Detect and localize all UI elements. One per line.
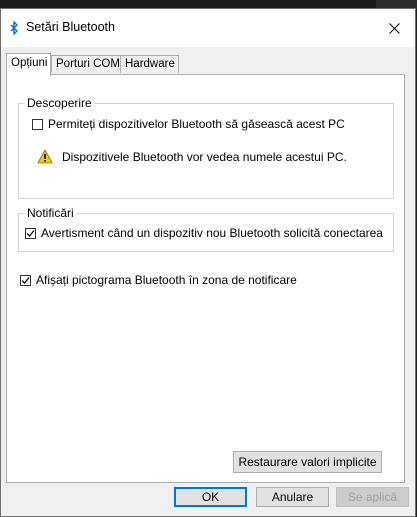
new-device-alert-label: Avertisment când un dispozitiv nou Bluet…	[41, 226, 383, 240]
tab-optiuni-label: Opțiuni	[11, 57, 48, 69]
close-icon	[388, 22, 400, 34]
discovery-warning-text: Dispozitivele Bluetooth vor vedea numele…	[62, 149, 347, 164]
bluetooth-settings-dialog: Setări Bluetooth Opțiuni Porturi COM Har…	[0, 8, 416, 517]
new-device-alert-option[interactable]: Avertisment când un dispozitiv nou Bluet…	[25, 226, 383, 240]
show-tray-icon-checkbox[interactable]	[20, 274, 31, 286]
tab-panel-optiuni: Descoperire Permiteți dispozitivelor Blu…	[6, 74, 405, 483]
tab-porturi-com[interactable]: Porturi COM	[51, 55, 121, 73]
tab-hardware-label: Hardware	[125, 58, 175, 70]
notifications-group-label: Notificări	[25, 206, 76, 220]
cancel-button[interactable]: Anulare	[256, 487, 329, 507]
title-bar[interactable]: Setări Bluetooth	[1, 9, 415, 47]
show-tray-icon-label: Afișați pictograma Bluetooth în zona de …	[36, 273, 297, 287]
allow-discovery-label: Permiteți dispozitivelor Bluetooth să gă…	[48, 117, 345, 131]
warning-icon	[37, 149, 53, 164]
ok-button[interactable]: OK	[174, 487, 247, 507]
allow-discovery-option[interactable]: Permiteți dispozitivelor Bluetooth să gă…	[32, 117, 345, 131]
apply-button[interactable]: Se aplică	[336, 487, 409, 507]
notifications-group: Notificări Avertisment când un dispoziti…	[18, 206, 394, 252]
tab-hardware[interactable]: Hardware	[120, 55, 179, 73]
allow-discovery-checkbox[interactable]	[32, 118, 43, 130]
discovery-group: Descoperire Permiteți dispozitivelor Blu…	[18, 96, 394, 199]
new-device-alert-checkbox[interactable]	[25, 227, 36, 239]
show-tray-icon-option[interactable]: Afișați pictograma Bluetooth în zona de …	[20, 273, 297, 287]
tab-porturi-com-label: Porturi COM	[56, 58, 120, 70]
restore-defaults-button[interactable]: Restaurare valori implicite	[233, 451, 382, 473]
checkmark-icon	[26, 229, 35, 237]
close-button[interactable]	[381, 17, 407, 39]
checkmark-icon	[21, 276, 30, 284]
bluetooth-icon	[10, 21, 18, 35]
discovery-group-label: Descoperire	[25, 96, 94, 110]
discovery-warning: Dispozitivele Bluetooth vor vedea numele…	[37, 149, 347, 164]
tab-optiuni[interactable]: Opțiuni	[6, 53, 51, 76]
window-title: Setări Bluetooth	[26, 20, 115, 34]
